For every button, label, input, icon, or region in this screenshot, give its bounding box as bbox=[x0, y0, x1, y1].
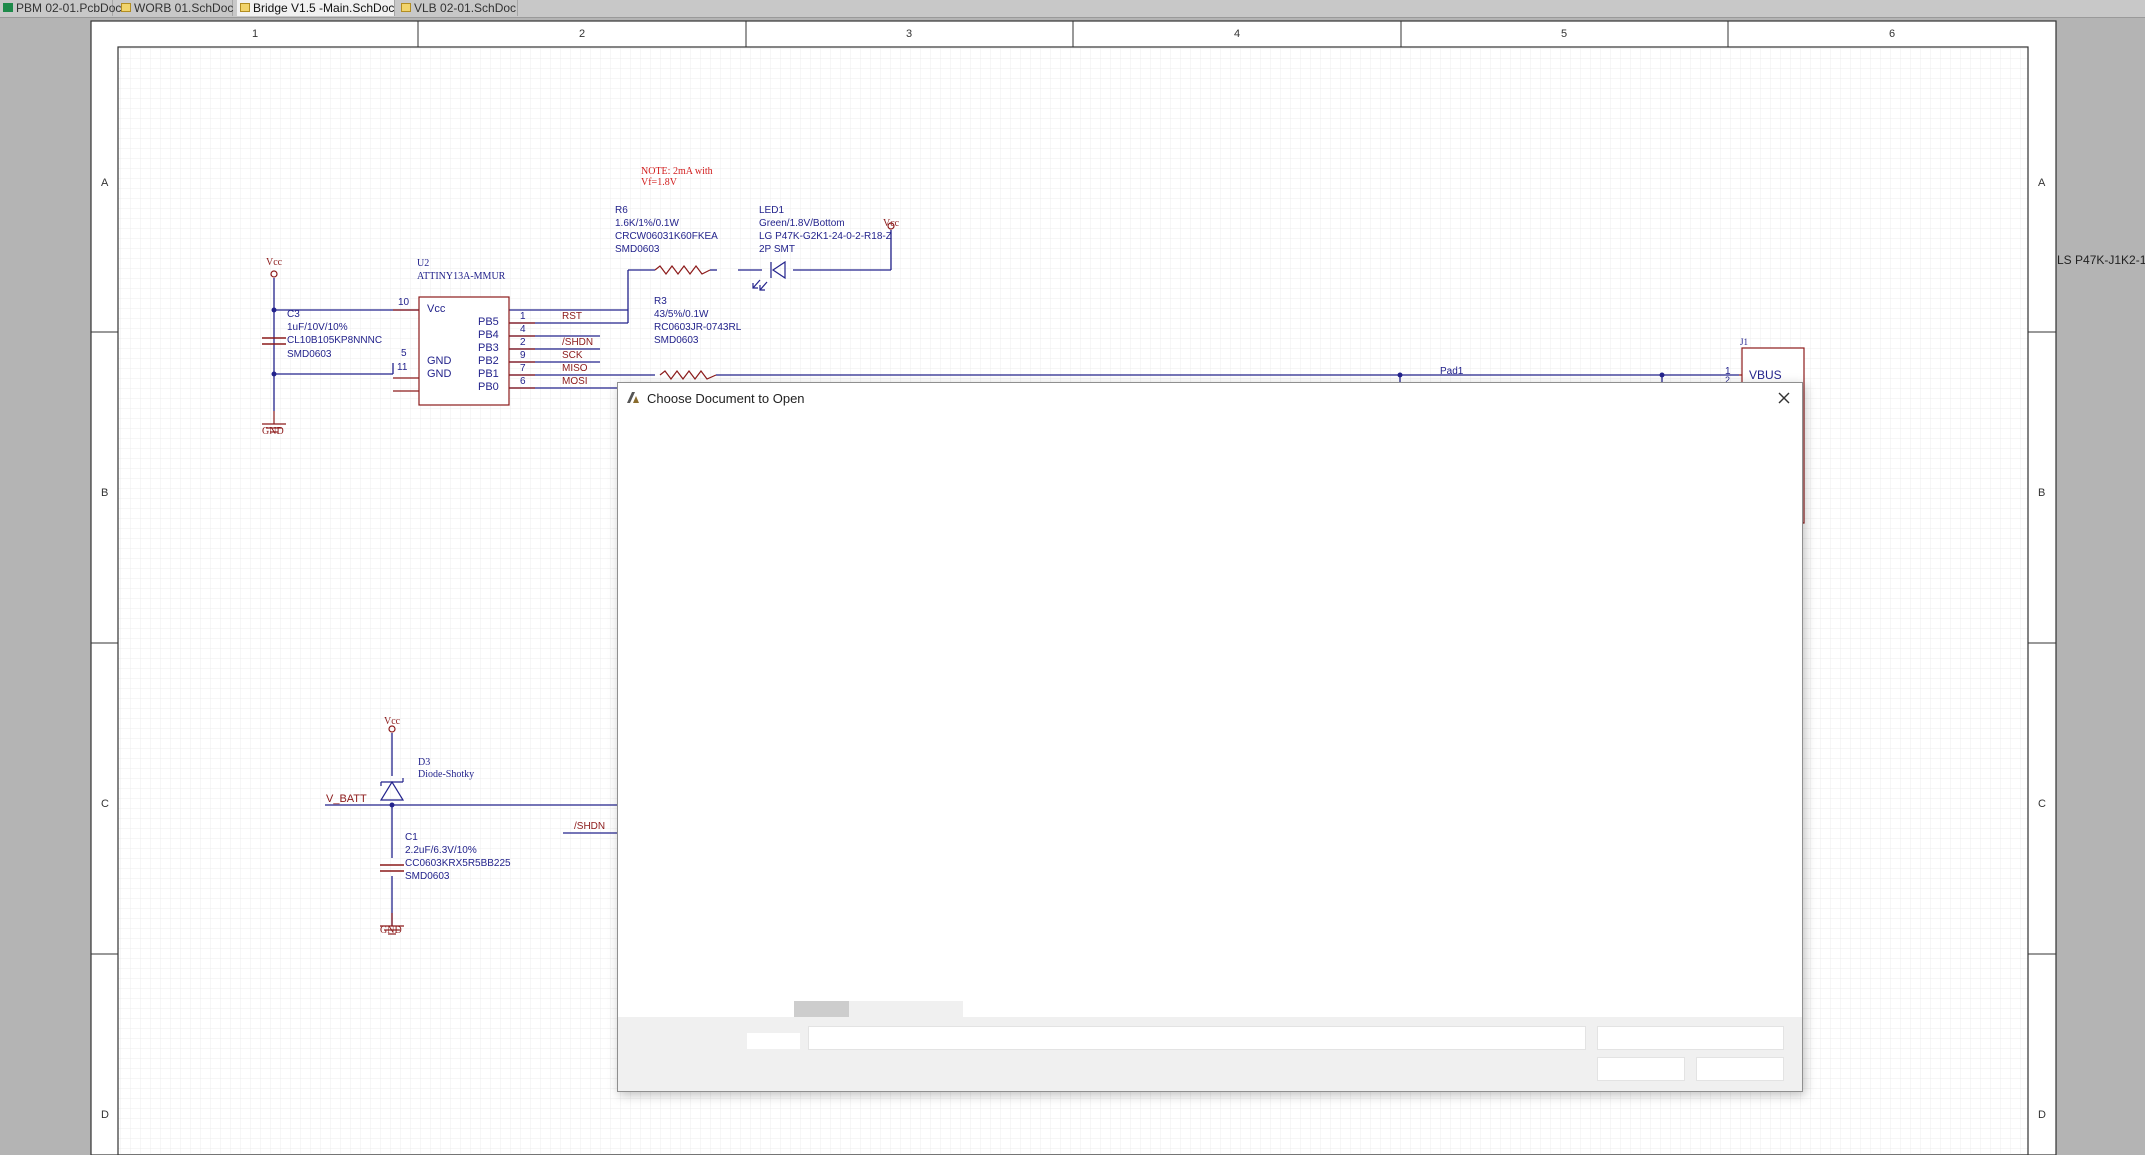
tab-label: WORB 01.SchDoc bbox=[134, 1, 234, 15]
sch-doc-icon bbox=[121, 3, 131, 12]
dialog-footer bbox=[618, 1017, 1802, 1091]
open-button[interactable] bbox=[1597, 1057, 1685, 1081]
close-icon[interactable] bbox=[1772, 386, 1796, 410]
tab-label: PBM 02-01.PcbDoc bbox=[16, 1, 122, 15]
pcb-doc-icon bbox=[3, 3, 13, 12]
dialog-file-browser[interactable] bbox=[618, 413, 1802, 1001]
tab-vlb-schdoc[interactable]: VLB 02-01.SchDoc bbox=[398, 0, 518, 16]
dialog-titlebar[interactable]: Choose Document to Open bbox=[618, 383, 1802, 413]
cancel-button[interactable] bbox=[1696, 1057, 1784, 1081]
u2-body bbox=[418, 296, 510, 406]
choose-document-dialog: Choose Document to Open bbox=[617, 382, 1803, 1092]
filetype-select[interactable] bbox=[1597, 1026, 1784, 1050]
dialog-title: Choose Document to Open bbox=[647, 391, 805, 406]
tab-pbm-pcbdoc[interactable]: PBM 02-01.PcbDoc bbox=[0, 0, 121, 16]
sch-doc-icon bbox=[401, 3, 411, 12]
altium-app-icon bbox=[627, 392, 639, 403]
tab-bridge-main-schdoc[interactable]: Bridge V1.5 -Main.SchDoc bbox=[237, 0, 395, 16]
document-tab-bar: PBM 02-01.PcbDoc WORB 01.SchDoc Bridge V… bbox=[0, 0, 2145, 18]
filename-input[interactable] bbox=[808, 1026, 1586, 1050]
sch-doc-icon bbox=[240, 3, 250, 12]
tab-label: VLB 02-01.SchDoc bbox=[414, 1, 517, 15]
horizontal-scrollbar[interactable] bbox=[794, 1001, 963, 1017]
tab-label: Bridge V1.5 -Main.SchDoc bbox=[253, 1, 395, 15]
scrollbar-thumb[interactable] bbox=[794, 1001, 849, 1017]
tab-worb-schdoc[interactable]: WORB 01.SchDoc bbox=[118, 0, 233, 16]
filename-label bbox=[746, 1032, 801, 1050]
